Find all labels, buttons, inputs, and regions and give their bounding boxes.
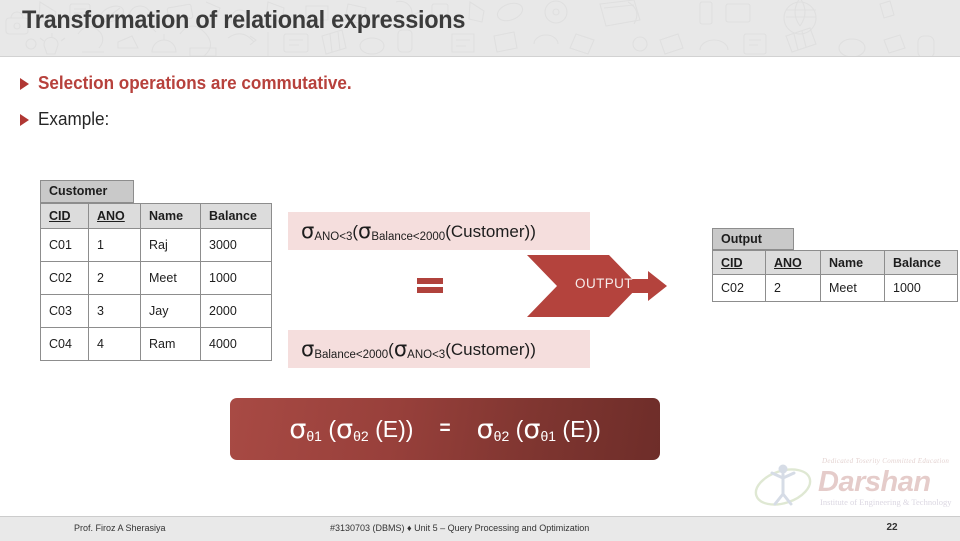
rule-right-tail: (E)) — [562, 415, 601, 442]
operand-text: (Customer)) — [445, 340, 536, 359]
bullet-item-2: Example: — [20, 109, 113, 130]
table-row: C03 3 Jay 2000 — [40, 294, 272, 328]
output-table: CID ANO Name Balance C02 2 Meet 1000 — [712, 250, 958, 302]
cell-cid: C04 — [40, 327, 89, 361]
rule-equals-sign: = — [439, 418, 451, 439]
cell-name: Meet — [140, 261, 201, 295]
cell-name: Jay — [140, 294, 201, 328]
rule-left-expression: σθ1 (σθ2 (E)) — [289, 414, 413, 445]
cell-ano: 3 — [88, 294, 141, 328]
rule-right-expression: σθ2 (σθ1 (E)) — [477, 414, 601, 445]
commutativity-rule-box: σθ1 (σθ2 (E)) = σθ2 (σθ1 (E)) — [230, 398, 660, 460]
cell-ano: 2 — [88, 261, 141, 295]
expression-box-top: σANO<3(σBalance<2000(Customer)) — [288, 212, 590, 250]
slide-header: Transformation of relational expressions — [0, 0, 960, 57]
customer-table: CID ANO Name Balance C01 1 Raj 3000 C02 … — [40, 203, 272, 361]
cell-balance: 1000 — [884, 274, 958, 302]
expression-top-text: σANO<3(σBalance<2000(Customer)) — [301, 219, 536, 243]
page-title: Transformation of relational expressions — [22, 6, 466, 34]
sigma-symbol: σ — [301, 337, 315, 361]
column-header-name: Name — [820, 250, 885, 275]
column-header-cid: CID — [712, 250, 766, 275]
cell-cid: C02 — [40, 261, 89, 295]
darshan-logo-watermark: Dedicated Toserity Committed Education D… — [752, 457, 957, 510]
expression-bottom-text: σBalance<2000(σANO<3(Customer)) — [301, 337, 536, 361]
cell-balance: 2000 — [200, 294, 272, 328]
sigma-subscript-inner: θ2 — [353, 427, 369, 444]
triangle-bullet-icon — [20, 77, 29, 90]
logo-tagline: Dedicated Toserity Committed Education — [822, 457, 950, 465]
footer-course-info: #3130703 (DBMS) ♦ Unit 5 – Query Process… — [330, 523, 590, 533]
output-arrow-label: OUTPUT — [575, 276, 633, 291]
column-header-cid: CID — [40, 203, 89, 229]
logo-name: Darshan — [818, 466, 931, 498]
header-divider — [0, 56, 960, 57]
cell-name: Meet — [820, 274, 885, 302]
table-header-row: CID ANO Name Balance — [712, 250, 958, 275]
expression-box-bottom: σBalance<2000(σANO<3(Customer)) — [288, 330, 590, 368]
triangle-bullet-icon — [20, 113, 29, 126]
output-table-caption: Output — [712, 228, 794, 250]
cell-name: Ram — [140, 327, 201, 361]
equals-bar-top — [417, 278, 443, 284]
customer-table-caption: Customer — [40, 180, 134, 203]
table-row: C04 4 Ram 4000 — [40, 327, 272, 361]
cell-ano: 2 — [765, 274, 821, 302]
cell-cid: C02 — [712, 274, 766, 302]
sigma-symbol-inner: σ — [336, 413, 354, 445]
column-header-name: Name — [140, 203, 201, 229]
table-row: C02 2 Meet 1000 — [40, 261, 272, 295]
rule-left-tail: (E)) — [375, 415, 414, 442]
sigma-subscript-inner: θ1 — [540, 427, 557, 444]
output-arrow: OUTPUT — [527, 255, 667, 317]
cell-balance: 4000 — [200, 327, 272, 361]
sigma-symbol: σ — [476, 413, 494, 445]
sigma-symbol: σ — [301, 219, 315, 243]
cell-balance: 3000 — [200, 228, 272, 262]
sigma-symbol-inner: σ — [358, 219, 372, 243]
slide-footer: Prof. Firoz A Sherasiya #3130703 (DBMS) … — [0, 516, 960, 541]
logo-subtitle: Institute of Engineering & Technology — [820, 497, 952, 507]
cell-balance: 1000 — [200, 261, 272, 295]
bullet-item-1: Selection operations are commutative. — [20, 73, 368, 94]
table-row: C02 2 Meet 1000 — [712, 274, 958, 302]
cell-ano: 1 — [88, 228, 141, 262]
operand-text: (Customer)) — [445, 222, 536, 241]
sigma-subscript: θ2 — [493, 427, 510, 444]
cell-cid: C01 — [40, 228, 89, 262]
cell-cid: C03 — [40, 294, 89, 328]
open-paren: ( — [328, 415, 337, 442]
sigma-subscript-inner: ANO<3 — [407, 349, 446, 361]
sigma-subscript: Balance<2000 — [314, 349, 389, 361]
table-header-row: CID ANO Name Balance — [40, 203, 272, 229]
bullet-item-1-label: Selection operations are commutative. — [38, 73, 352, 93]
sigma-symbol-inner: σ — [523, 413, 541, 445]
footer-page-number: 22 — [886, 522, 898, 533]
sigma-subscript: θ1 — [306, 427, 322, 444]
table-row: C01 1 Raj 3000 — [40, 228, 272, 262]
cell-name: Raj — [140, 228, 201, 262]
bullet-item-2-label: Example: — [38, 109, 110, 129]
column-header-balance: Balance — [200, 203, 272, 229]
sigma-subscript: ANO<3 — [314, 231, 353, 243]
equals-bar-bottom — [417, 287, 443, 293]
footer-author: Prof. Firoz A Sherasiya — [74, 523, 166, 533]
column-header-ano: ANO — [765, 250, 821, 275]
sigma-symbol: σ — [289, 413, 307, 445]
column-header-ano: ANO — [88, 203, 141, 229]
column-header-balance: Balance — [884, 250, 958, 275]
cell-ano: 4 — [88, 327, 141, 361]
darshan-emblem-icon — [754, 464, 812, 506]
sigma-symbol-inner: σ — [393, 337, 408, 361]
equals-sign-icon — [417, 278, 443, 293]
sigma-subscript-inner: Balance<2000 — [371, 231, 446, 243]
